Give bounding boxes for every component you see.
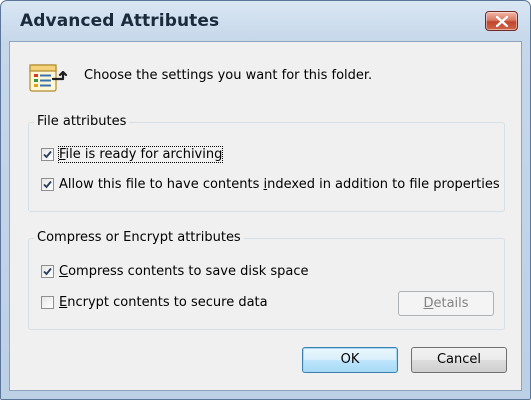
close-button[interactable] [485, 11, 518, 31]
folder-properties-icon [27, 60, 68, 96]
index-label: Allow this file to have contents indexed… [59, 177, 500, 192]
archive-label: File is ready for archiving [57, 146, 224, 163]
ok-button-label: OK [340, 352, 360, 367]
dialog-body: Choose the settings you want for this fo… [9, 41, 522, 391]
index-option[interactable]: Allow this file to have contents indexed… [41, 177, 500, 192]
file-attributes-group: File attributes File is ready for archiv… [28, 114, 505, 212]
window-title: Advanced Attributes [20, 11, 220, 31]
compress-option[interactable]: Compress contents to save disk space [41, 264, 309, 279]
checkmark-icon [43, 180, 52, 189]
encrypt-checkbox[interactable] [41, 296, 54, 309]
archive-checkbox[interactable] [41, 148, 54, 161]
header-description: Choose the settings you want for this fo… [84, 68, 373, 83]
advanced-attributes-dialog: Advanced Attributes Choose the settings … [0, 0, 531, 400]
title-bar[interactable]: Advanced Attributes [1, 1, 530, 41]
cancel-button[interactable]: Cancel [411, 347, 507, 373]
encrypt-option[interactable]: Encrypt contents to secure data [41, 295, 268, 310]
ok-button[interactable]: OK [302, 347, 398, 373]
details-button-label: Details [423, 296, 469, 311]
archive-option[interactable]: File is ready for archiving [41, 146, 224, 163]
compress-encrypt-group: Compress or Encrypt attributes Compress … [28, 230, 505, 330]
compress-label: Compress contents to save disk space [59, 264, 309, 279]
close-x-icon [496, 16, 508, 27]
encrypt-label: Encrypt contents to secure data [59, 295, 268, 310]
compress-encrypt-title: Compress or Encrypt attributes [34, 230, 244, 245]
details-button[interactable]: Details [398, 291, 494, 316]
cancel-button-label: Cancel [436, 352, 482, 367]
file-attributes-title: File attributes [34, 114, 130, 129]
checkmark-icon [43, 150, 52, 159]
checkmark-icon [43, 267, 52, 276]
index-checkbox[interactable] [41, 178, 54, 191]
compress-checkbox[interactable] [41, 265, 54, 278]
